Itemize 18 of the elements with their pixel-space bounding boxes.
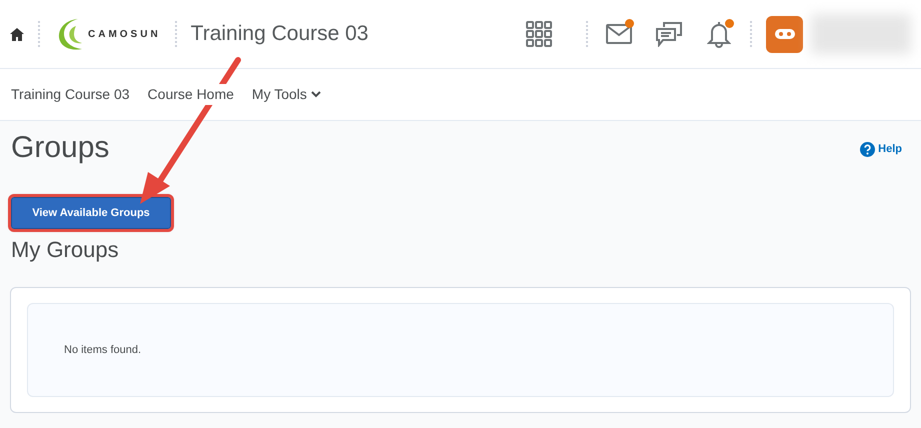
bell-icon [707, 20, 731, 48]
chevron-down-icon [310, 91, 321, 98]
view-available-groups-button[interactable]: View Available Groups [11, 197, 171, 229]
notification-dot [625, 19, 634, 28]
apps-grid-icon [526, 21, 552, 47]
chat-icon [655, 21, 683, 47]
avatar-icon[interactable] [766, 16, 803, 52]
nav-link[interactable]: Course Home [148, 84, 234, 105]
home-icon[interactable] [10, 28, 24, 40]
page-title: Groups [11, 133, 110, 163]
mail-icon [606, 24, 632, 44]
section-title: My Groups [11, 237, 120, 264]
course-title: Training Course 03 [190, 21, 368, 48]
empty-message: No items found. [64, 343, 142, 358]
notification-dot [725, 19, 734, 28]
help-icon [860, 142, 876, 157]
help-link[interactable]: Help [860, 141, 902, 158]
logo-text: CAMOSUN [88, 28, 161, 42]
